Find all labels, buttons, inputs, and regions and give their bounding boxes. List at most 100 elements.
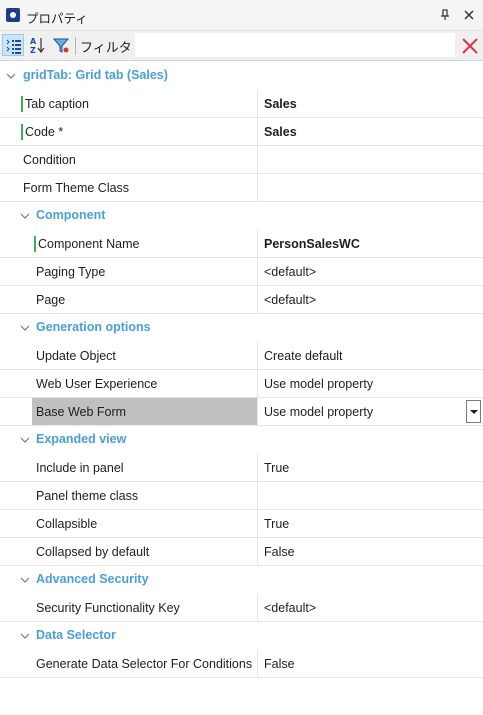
property-name-cell[interactable]: Paging Type [32, 258, 258, 285]
property-name-cell[interactable]: Collapsed by default [32, 538, 258, 565]
clear-filter-icon[interactable] [460, 36, 480, 56]
properties-panel: プロパティ A Z フィルタ gridTab: Grid tab (Sales)… [0, 0, 483, 715]
pin-icon[interactable] [436, 6, 454, 24]
property-name-cell[interactable]: Base Web Form [32, 398, 258, 425]
property-name: Security Functionality Key [36, 601, 180, 615]
category-row[interactable]: Component [0, 202, 483, 230]
property-name: Paging Type [36, 265, 106, 279]
property-value: True [264, 461, 290, 475]
category-row[interactable]: Expanded view [0, 426, 483, 454]
window-title: プロパティ [26, 12, 88, 26]
property-name: Condition [23, 153, 76, 167]
property-name-cell[interactable]: Security Functionality Key [32, 594, 258, 621]
property-value: <default> [264, 293, 317, 307]
chevron-down-icon[interactable] [20, 576, 30, 584]
property-row[interactable]: Collapsed by default False [0, 538, 483, 566]
property-name-cell[interactable]: Web User Experience [32, 370, 258, 397]
property-row[interactable]: Collapsible True [0, 510, 483, 538]
property-row[interactable]: Component Name PersonSalesWC [0, 230, 483, 258]
filter-label: フィルタ [80, 40, 132, 55]
svg-text:Z: Z [30, 46, 36, 54]
property-value-cell[interactable]: True [258, 510, 483, 537]
category-label: Advanced Security [36, 572, 149, 586]
property-name: Base Web Form [36, 405, 127, 419]
property-value-cell[interactable]: False [258, 538, 483, 565]
property-name: Code * [25, 125, 64, 139]
property-value: Create default [264, 349, 343, 363]
property-name-cell[interactable]: Collapsible [32, 510, 258, 537]
category-label: Generation options [36, 320, 151, 334]
property-value-cell[interactable]: True [258, 454, 483, 481]
property-value-cell[interactable]: False [258, 650, 483, 677]
property-value: Sales [264, 97, 297, 111]
category-gridtab[interactable]: gridTab: Grid tab (Sales) [0, 62, 483, 90]
modified-marker [21, 124, 23, 140]
chevron-down-icon[interactable] [20, 632, 30, 640]
chevron-down-icon[interactable] [20, 436, 30, 444]
dropdown-button[interactable] [466, 400, 481, 423]
property-row[interactable]: Update Object Create default [0, 342, 483, 370]
property-name-cell[interactable]: Page [32, 286, 258, 313]
property-name: Component Name [38, 237, 140, 251]
category-row[interactable]: Advanced Security [0, 566, 483, 594]
property-value: True [264, 517, 290, 531]
property-name: Collapsed by default [36, 545, 150, 559]
chevron-down-icon[interactable] [20, 324, 30, 332]
chevron-down-icon[interactable] [6, 72, 16, 80]
property-name-cell[interactable]: Panel theme class [32, 482, 258, 509]
filter-icon [52, 38, 70, 53]
properties-icon [6, 8, 20, 22]
property-row[interactable]: Paging Type <default> [0, 258, 483, 286]
property-name: Collapsible [36, 517, 98, 531]
category-row[interactable]: Generation options [0, 314, 483, 342]
property-value-cell[interactable] [258, 174, 483, 201]
property-name-cell[interactable]: Update Object [32, 342, 258, 369]
property-value: False [264, 657, 295, 671]
filter-input[interactable] [135, 33, 455, 57]
property-value: PersonSalesWC [264, 237, 360, 251]
property-row[interactable]: Include in panel True [0, 454, 483, 482]
property-name-cell[interactable]: Condition [19, 146, 258, 173]
filter-toggle-button[interactable] [50, 34, 72, 56]
close-icon[interactable] [460, 6, 478, 24]
property-value-cell[interactable]: <default> [258, 594, 483, 621]
category-row[interactable]: Data Selector [0, 622, 483, 650]
property-row[interactable]: Generate Data Selector For Conditions Fal… [0, 650, 483, 678]
categorized-view-button[interactable] [2, 34, 24, 56]
property-row[interactable]: Page <default> [0, 286, 483, 314]
property-name-cell[interactable]: Include in panel [32, 454, 258, 481]
property-value-cell[interactable]: Sales [258, 90, 483, 117]
property-value-cell[interactable]: Use model property [258, 398, 483, 425]
property-name-cell[interactable]: Generate Data Selector For Conditions [32, 650, 258, 677]
modified-marker [34, 236, 36, 252]
category-label: Data Selector [36, 628, 116, 642]
property-row[interactable]: Security Functionality Key <default> [0, 594, 483, 622]
property-row[interactable]: Web User Experience Use model property [0, 370, 483, 398]
property-name-cell[interactable]: Code * [19, 118, 258, 145]
property-value-cell[interactable]: <default> [258, 286, 483, 313]
property-row[interactable]: Condition [0, 146, 483, 174]
property-value-cell[interactable] [258, 482, 483, 509]
property-name-cell[interactable]: Tab caption [19, 90, 258, 117]
property-name-cell[interactable]: Component Name [32, 230, 258, 257]
modified-marker [21, 96, 23, 112]
property-row[interactable]: Tab caption Sales [0, 90, 483, 118]
property-value: Sales [264, 125, 297, 139]
property-name-cell[interactable]: Form Theme Class [19, 174, 258, 201]
chevron-down-icon[interactable] [20, 212, 30, 220]
property-row[interactable]: Panel theme class [0, 482, 483, 510]
property-value: <default> [264, 265, 317, 279]
property-name: Tab caption [25, 97, 89, 111]
property-value-cell[interactable]: Use model property [258, 370, 483, 397]
categorized-icon [6, 39, 21, 54]
property-name: Form Theme Class [23, 181, 130, 195]
property-row[interactable]: Code * Sales [0, 118, 483, 146]
property-row[interactable]: Form Theme Class [0, 174, 483, 202]
alphabetical-sort-button[interactable]: A Z [26, 34, 48, 56]
property-value-cell[interactable] [258, 146, 483, 173]
property-value-cell[interactable]: Sales [258, 118, 483, 145]
property-value-cell[interactable]: Create default [258, 342, 483, 369]
property-value-cell[interactable]: <default> [258, 258, 483, 285]
property-row[interactable]: Base Web Form Use model property [0, 398, 483, 426]
property-value-cell[interactable]: PersonSalesWC [258, 230, 483, 257]
